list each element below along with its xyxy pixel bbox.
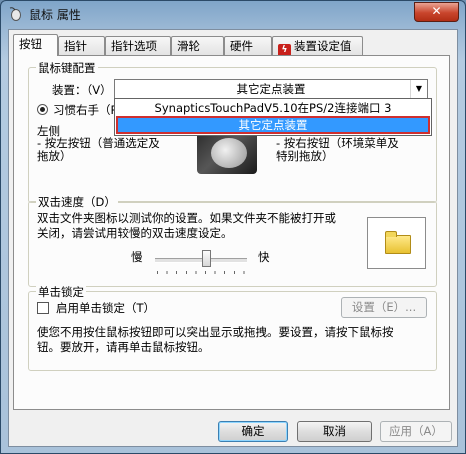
device-dropdown-list: SynapticsTouchPadV5.10在PS/2连接端口 3 其它定点装置 <box>114 98 432 136</box>
button-config-group-label: 鼠标键配置 <box>36 60 98 76</box>
dropdown-option-other-device[interactable]: 其它定点装置 <box>116 116 430 134</box>
click-lock-description: 使您不用按住鼠标按钮即可以突出显示或拖拽。要设置，请按下鼠标按 钮。要放开，请再… <box>37 325 394 354</box>
test-folder-area[interactable] <box>367 217 426 269</box>
close-button[interactable]: ✕ <box>414 2 459 22</box>
slider-thumb[interactable] <box>201 250 211 267</box>
click-lock-label: 启用单击锁定（T） <box>56 301 156 315</box>
click-lock-group-label: 单击锁定 <box>36 284 86 300</box>
tab-pointers[interactable]: 指针 <box>58 36 105 55</box>
slider-ticks <box>157 271 245 274</box>
cancel-button[interactable]: 取消 <box>297 421 372 442</box>
tab-pointer-options[interactable]: 指针选项 <box>105 36 171 55</box>
tab-wheel[interactable]: 滑轮 <box>171 36 224 55</box>
folder-icon[interactable] <box>385 231 411 254</box>
tab-device-settings[interactable]: ϟ 装置设定值 <box>272 36 363 57</box>
apply-button[interactable]: 应用（A） <box>380 421 452 442</box>
click-lock-settings-button[interactable]: 设置（E）... <box>341 297 427 318</box>
title-bar[interactable]: 鼠标 属性 ✕ <box>1 1 465 27</box>
double-click-group-label: 双击速度（D） <box>36 194 118 210</box>
left-button-description: - 按左按钮（普通选定及 拖放） <box>37 136 160 163</box>
chevron-down-icon[interactable]: ▼ <box>410 80 427 98</box>
window-title: 鼠标 属性 <box>29 8 81 22</box>
double-click-description: 双击文件夹图标以测试你的设置。如果文件夹不能被打开或 关闭，请尝试用较慢的双击速… <box>37 211 336 240</box>
fast-label: 快 <box>258 250 270 264</box>
ok-button[interactable]: 确定 <box>218 421 288 442</box>
tab-buttons[interactable]: 按钮 <box>13 34 58 56</box>
device-select[interactable]: 其它定点装置 ▼ <box>114 79 428 99</box>
mouse-properties-icon <box>9 7 21 21</box>
dropdown-option-synaptics[interactable]: SynapticsTouchPadV5.10在PS/2连接端口 3 <box>115 100 431 116</box>
right-button-description: - 按右按钮（环境菜单及 特别拖放） <box>276 136 399 163</box>
device-label: 装置：（V） <box>52 83 112 97</box>
tab-hardware[interactable]: 硬件 <box>224 36 272 55</box>
mouse-image <box>197 130 257 174</box>
click-lock-checkbox[interactable] <box>37 302 49 314</box>
right-hand-label: 习惯右手（R <box>53 103 119 117</box>
right-hand-radio[interactable] <box>37 104 48 115</box>
slow-label: 慢 <box>131 250 143 264</box>
